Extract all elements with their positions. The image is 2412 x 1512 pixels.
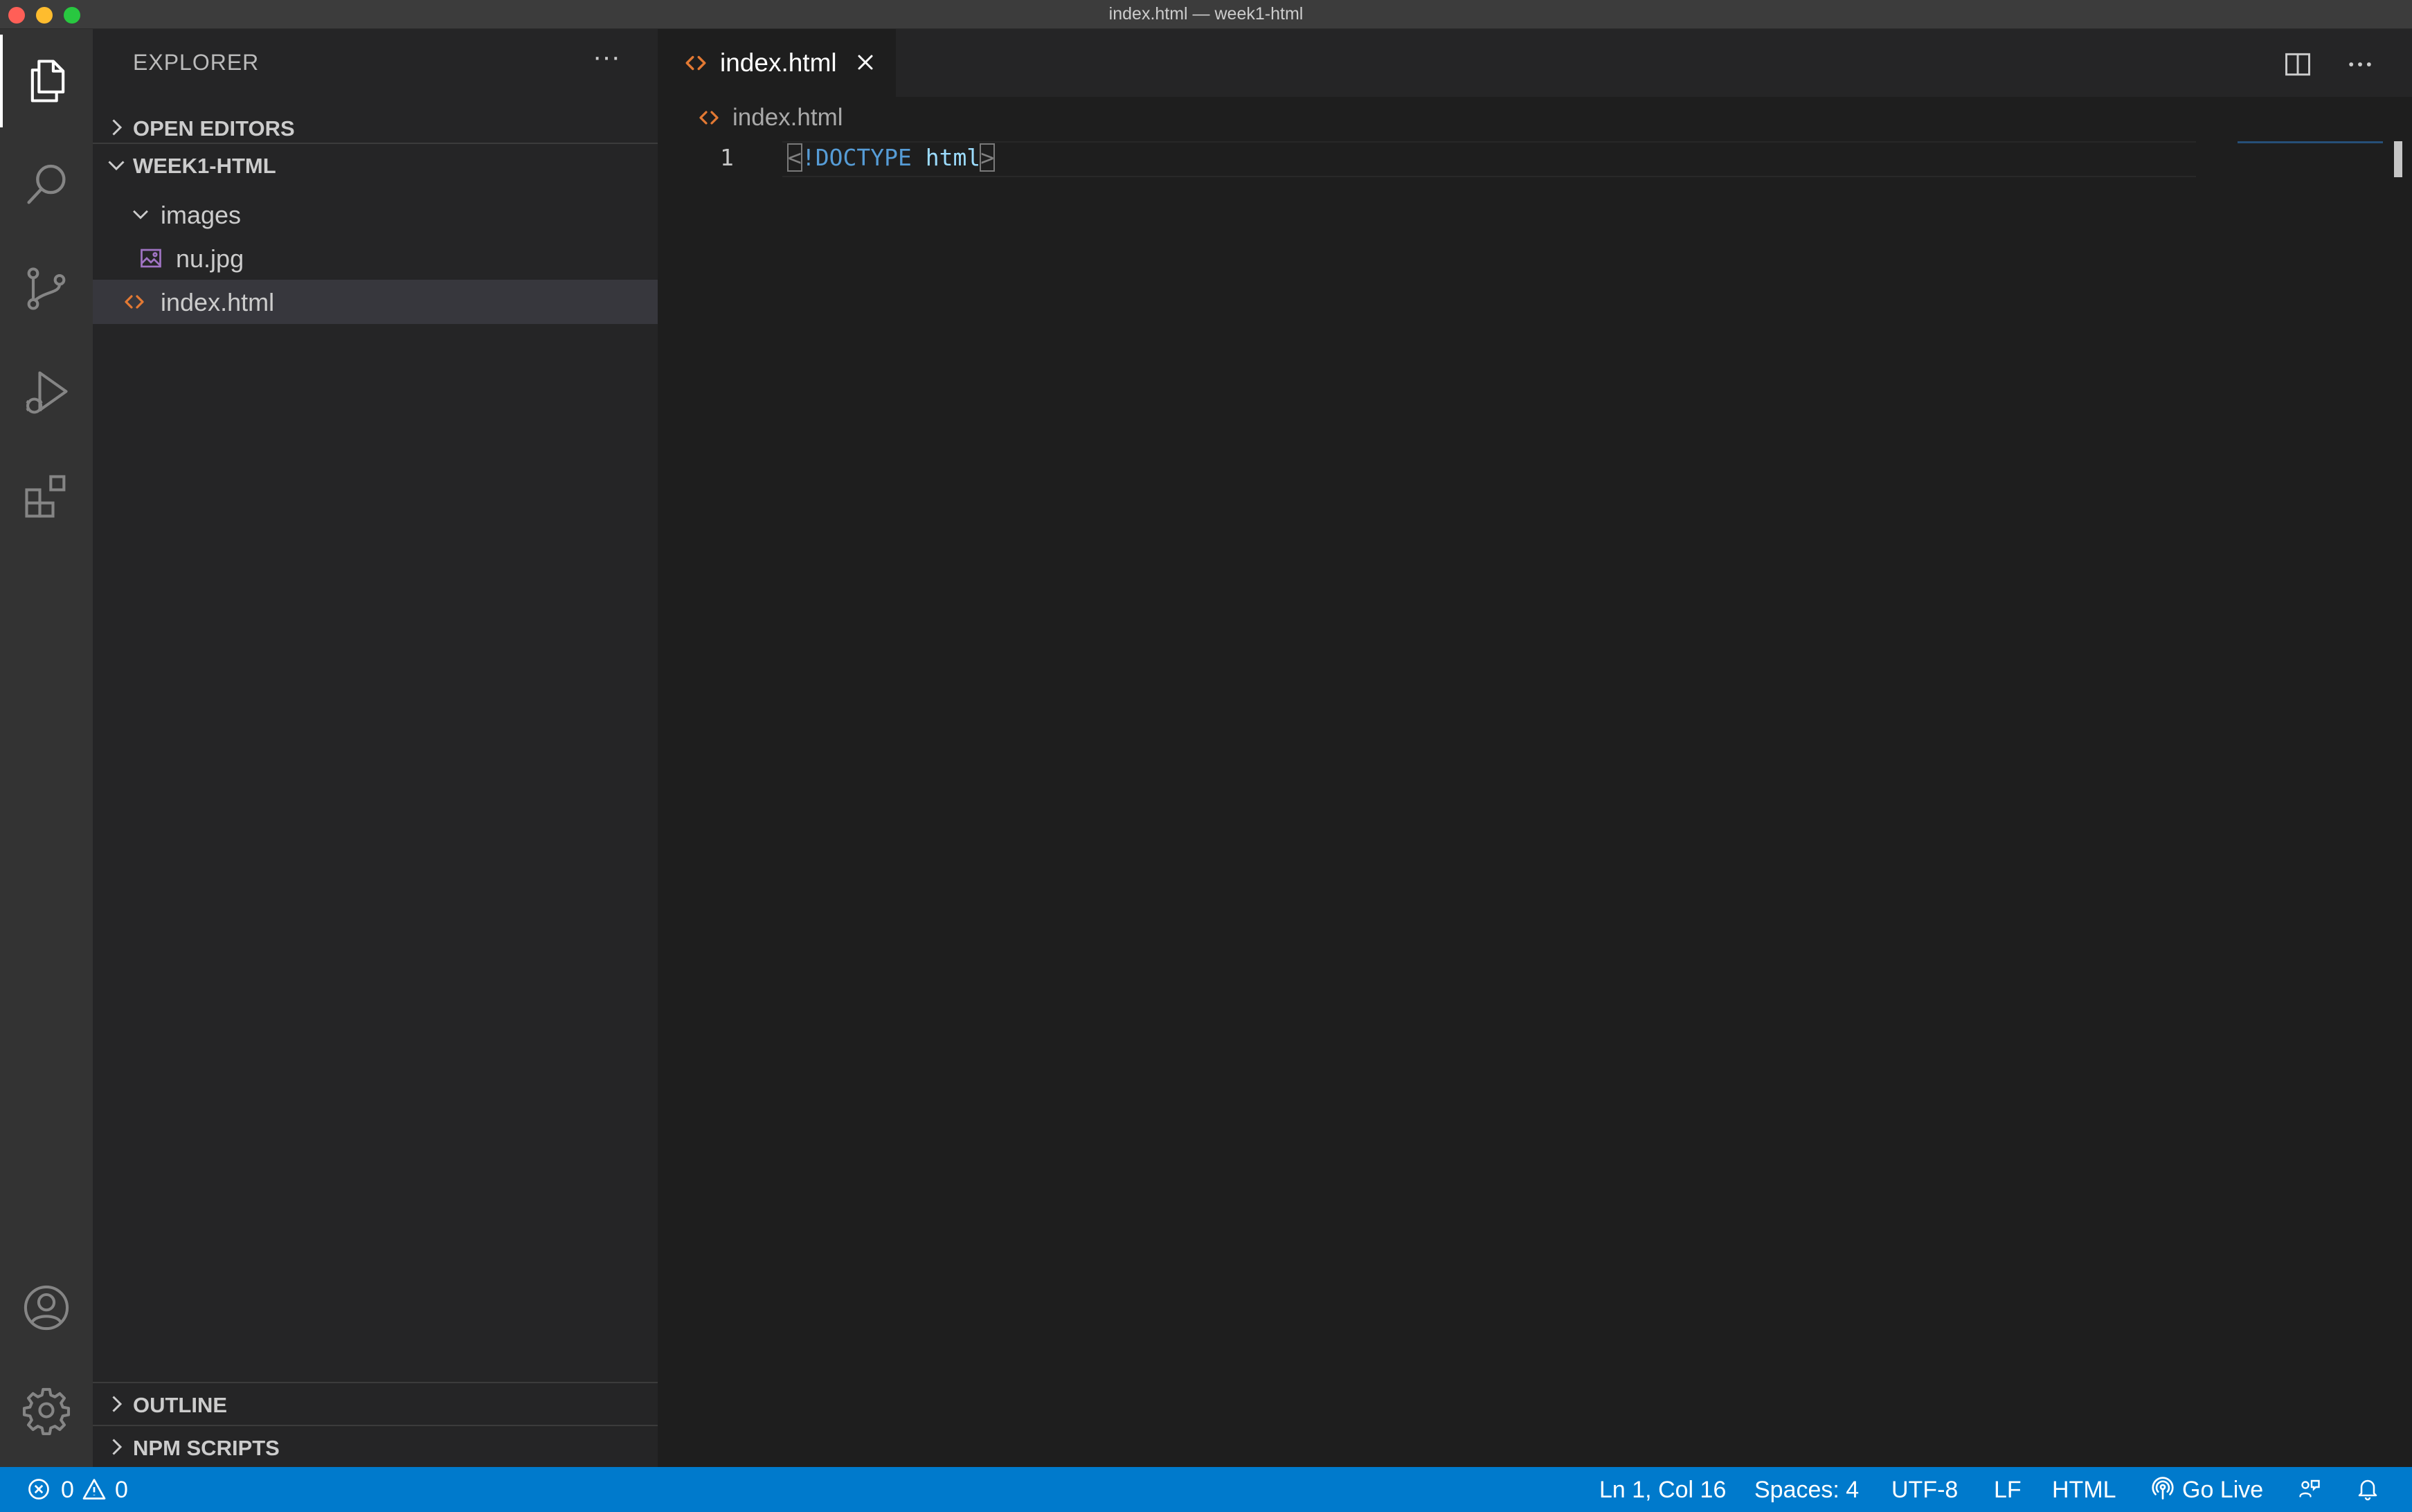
outline-label: OUTLINE [133,1393,228,1417]
window-title: index.html — week1-html [1108,4,1304,24]
activity-bar [0,29,93,1467]
warning-icon[interactable] [82,1477,107,1502]
title-bar: index.html — week1-html [0,0,2412,29]
error-icon[interactable] [26,1477,51,1502]
html-keyword: html [925,144,981,171]
explorer-icon[interactable] [0,35,93,127]
explorer-sidebar: EXPLORER ··· OPEN EDITORS WEEK1-HTML ima… [93,29,658,1467]
html-file-icon [685,55,706,71]
outline-section[interactable]: OUTLINE [93,1382,658,1425]
breadcrumb: index.html [658,97,2412,138]
tab-label: index.html [720,48,837,77]
html-file-icon [125,295,144,309]
more-actions-icon[interactable]: ··· [586,43,627,78]
encoding[interactable]: UTF-8 [1891,1477,1958,1504]
status-bar: 0 0 Ln 1, Col 16 Spaces: 4 UTF-8 LF HTML… [0,1467,2412,1512]
npm-scripts-section[interactable]: NPM SCRIPTS [93,1425,658,1468]
tree-item-label: images [161,201,242,229]
editor-tabs-bar: index.html [658,29,2412,97]
bracket-close: > [980,143,996,172]
split-editor-icon[interactable] [2279,46,2316,83]
tab-index-html[interactable]: index.html [658,29,896,97]
code-line[interactable]: <!DOCTYPE html> [787,143,996,172]
workspace-folder-label: WEEK1-HTML [133,154,276,178]
feedback-icon[interactable] [2297,1477,2322,1502]
bracket-open: < [787,143,802,172]
doctype-keyword: !DOCTYPE [801,144,912,171]
explorer-title: EXPLORER [133,50,260,75]
error-count[interactable]: 0 [61,1477,74,1504]
account-icon[interactable] [0,1261,93,1354]
npm-scripts-label: NPM SCRIPTS [133,1436,280,1460]
line-number: 1 [720,144,734,171]
code-editor[interactable]: 1 <!DOCTYPE html> [658,138,2412,1467]
extensions-icon[interactable] [0,450,93,543]
open-editors-label: OPEN EDITORS [133,116,295,141]
run-debug-icon[interactable] [0,346,93,439]
tree-item-label: nu.jpg [176,244,244,273]
chevron-right-icon [112,1439,123,1455]
source-control-icon[interactable] [0,242,93,335]
more-actions-icon[interactable] [2341,46,2379,83]
cursor-position[interactable]: Ln 1, Col 16 [1599,1477,1726,1504]
chevron-down-icon [108,161,125,171]
gear-icon[interactable] [0,1364,93,1457]
chevron-down-icon [133,210,148,219]
tree-item-nu-jpg[interactable]: nu.jpg [93,236,658,280]
tree-item-label: index.html [161,288,275,316]
tree-item-index-html[interactable]: index.html [93,280,658,324]
explorer-header: EXPLORER ··· [93,29,658,96]
chevron-right-icon [112,119,123,136]
current-line-highlight [782,141,2196,177]
tree-item-images-folder[interactable]: images [93,192,658,237]
indentation[interactable]: Spaces: 4 [1754,1477,1859,1504]
broadcast-icon[interactable] [2150,1477,2175,1502]
scrollbar-thumb[interactable] [2394,141,2402,177]
go-live-button[interactable]: Go Live [2182,1477,2263,1504]
minimap[interactable] [2238,141,2383,143]
chevron-right-icon [112,1396,123,1412]
html-file-icon [699,111,719,125]
search-icon[interactable] [0,138,93,231]
breadcrumb-item[interactable]: index.html [732,104,843,132]
bell-icon[interactable] [2355,1477,2380,1502]
warning-count[interactable]: 0 [115,1477,128,1504]
workspace-folder-section[interactable]: WEEK1-HTML [93,143,658,186]
end-of-line[interactable]: LF [1994,1477,2022,1504]
language-mode[interactable]: HTML [2052,1477,2116,1504]
image-file-icon [141,249,161,268]
close-icon[interactable] [853,50,878,75]
